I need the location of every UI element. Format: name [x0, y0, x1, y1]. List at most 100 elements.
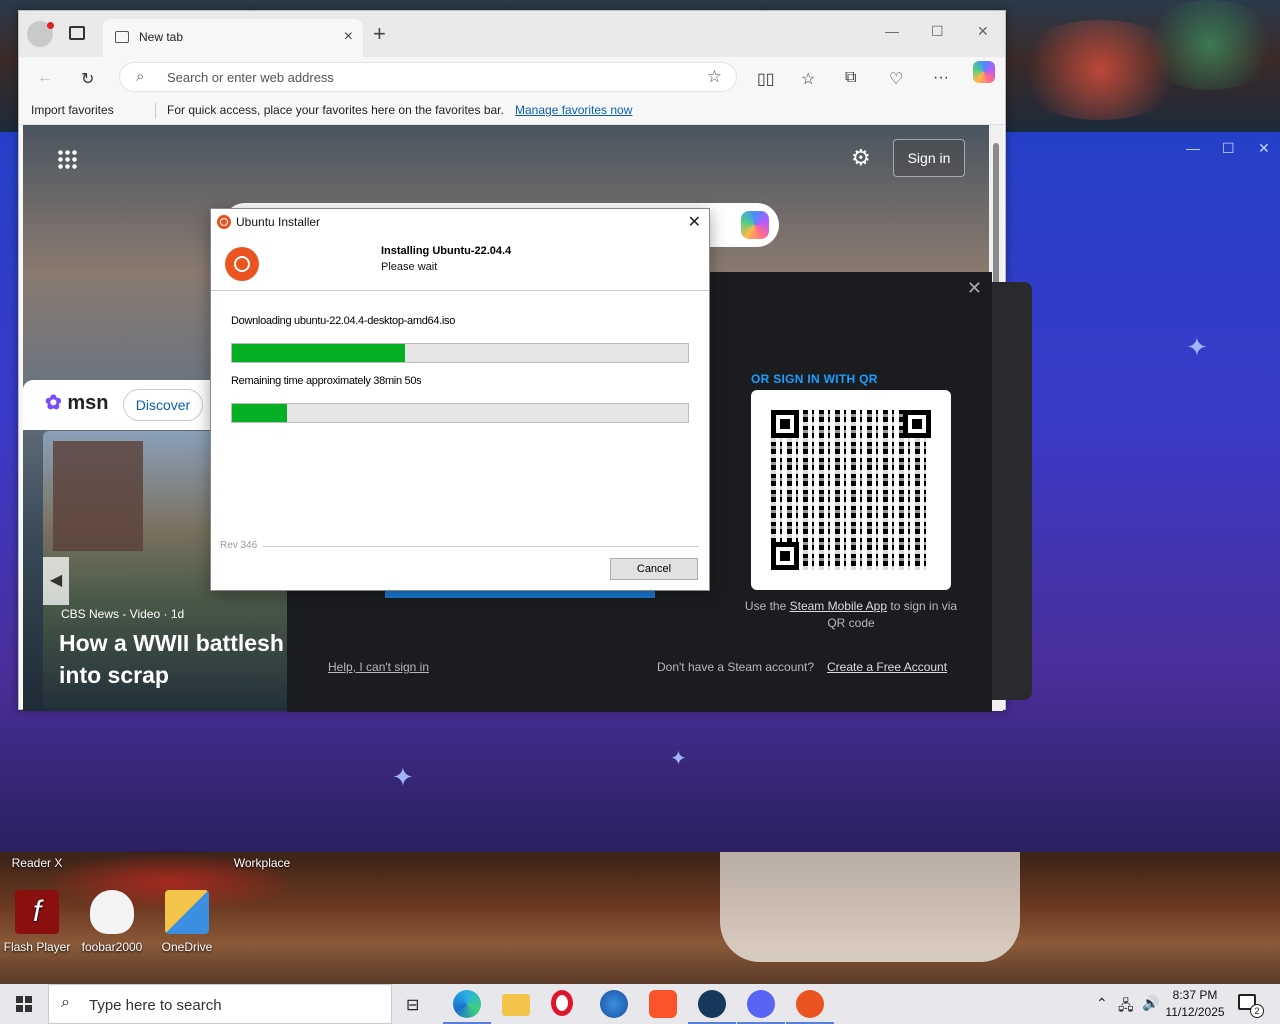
favorites-icon[interactable]: ☆ [801, 69, 815, 89]
tab-actions-icon[interactable] [69, 26, 85, 40]
network-icon[interactable]: 🖧 [1118, 995, 1134, 1019]
copilot-icon[interactable] [741, 211, 769, 239]
back-icon[interactable]: ← [37, 69, 53, 87]
steam-window-edge [992, 282, 1032, 700]
settings-gear-icon[interactable]: ⚙ [851, 145, 871, 171]
new-tab-button[interactable]: + [373, 21, 386, 47]
download-progress-bar [231, 343, 689, 363]
minimize-icon[interactable]: — [885, 23, 899, 39]
create-account-link[interactable]: Create a Free Account [827, 660, 947, 674]
brave-icon[interactable] [649, 990, 677, 1018]
taskbar-search-box[interactable]: ⌕ Type here to search [48, 984, 392, 1024]
windows-start-icon[interactable] [16, 996, 32, 1012]
notification-center-icon[interactable]: 2 [1238, 994, 1264, 1018]
firefox-icon[interactable] [600, 990, 628, 1018]
tab-bar: New tab × + — ☐ ✕ [19, 11, 1005, 57]
opera-icon[interactable] [551, 990, 573, 1016]
close-tab-icon[interactable]: × [344, 28, 353, 46]
system-clock[interactable]: 8:37 PM 11/12/2025 [1160, 987, 1230, 1021]
dialog-title: Ubuntu Installer [236, 215, 321, 229]
ubuntu-icon [217, 215, 231, 229]
desktop-icon-flash-player[interactable]: f Flash Player [0, 890, 74, 954]
discord-taskbar-icon[interactable] [737, 990, 785, 1024]
ubuntu-logo-icon [225, 247, 259, 281]
close-icon[interactable]: ✕ [1258, 140, 1270, 157]
minimize-icon[interactable]: — [1186, 140, 1200, 156]
flash-player-icon: f [15, 890, 59, 934]
more-options-icon[interactable]: ··· [933, 69, 949, 87]
foobar-cat-icon [90, 890, 134, 934]
sign-in-button[interactable]: Sign in [893, 139, 965, 177]
address-placeholder: Search or enter web address [167, 70, 334, 85]
news-image [53, 441, 143, 551]
manage-favorites-link[interactable]: Manage favorites now [515, 103, 632, 117]
file-explorer-icon[interactable] [502, 994, 530, 1016]
task-view-icon[interactable]: ⊟ [406, 995, 419, 1015]
clock-time: 8:37 PM [1172, 988, 1218, 1002]
overall-progress-bar [231, 403, 689, 423]
download-status: Downloading ubuntu-22.04.4-desktop-amd64… [231, 315, 456, 327]
desktop-icon-adobe-reader[interactable]: Reader X [0, 856, 74, 870]
profile-avatar[interactable] [27, 21, 54, 47]
search-icon: ⌕ [136, 68, 145, 85]
desktop-icon-foobar2000[interactable]: foobar2000 [75, 890, 149, 954]
msn-logo[interactable]: ✿ msn [45, 390, 108, 415]
browser-essentials-icon[interactable]: ♡ [889, 69, 903, 89]
desktop-icon-onedrive[interactable]: OneDrive [150, 890, 224, 954]
desktop-icon-zoom[interactable]: Workplace [225, 856, 299, 870]
favorites-bar: Import favorites For quick access, place… [19, 97, 1005, 125]
cancel-button[interactable]: Cancel [610, 558, 698, 580]
revision-label: Rev 346 [220, 540, 258, 551]
taskbar: ⌕ Type here to search ⊟ ⌃ 🖧 🔊 8:37 PM 11… [0, 984, 1280, 1024]
news-source: CBS News - Video · 1d [61, 607, 185, 621]
show-hidden-icons-chevron-icon[interactable]: ⌃ [1096, 995, 1108, 1012]
desktop-icon-label: OneDrive [161, 940, 213, 954]
sign-in-submit-button[interactable] [385, 590, 655, 598]
install-subheading: Please wait [381, 261, 438, 273]
address-bar[interactable]: ⌕ Search or enter web address ☆ [119, 62, 737, 92]
help-sign-in-link[interactable]: Help, I can't sign in [328, 660, 429, 674]
tab-new-tab[interactable]: New tab × [103, 19, 363, 57]
browser-toolbar: ← ↻ ⌕ Search or enter web address ☆ ▯▯ ☆… [19, 57, 1005, 97]
qr-instructions: Use the Steam Mobile App to sign in via … [744, 599, 958, 630]
copilot-icon[interactable] [973, 61, 995, 83]
collections-icon[interactable]: ⧉ [845, 69, 856, 87]
notification-count-badge: 2 [1250, 1004, 1264, 1018]
install-heading: Installing Ubuntu-22.04.4 [381, 245, 512, 257]
import-favorites-button[interactable]: Import favorites [31, 103, 114, 117]
edge-taskbar-icon[interactable] [443, 990, 491, 1024]
ubuntu-installer-dialog: Ubuntu Installer ✕ Installing Ubuntu-22.… [210, 208, 710, 591]
maximize-icon[interactable]: ☐ [931, 23, 944, 40]
divider [155, 103, 156, 119]
steam-taskbar-icon[interactable] [688, 990, 736, 1024]
ubuntu-installer-taskbar-icon[interactable] [786, 990, 834, 1024]
close-icon[interactable]: ✕ [688, 212, 701, 232]
maximize-icon[interactable]: ☐ [1222, 140, 1235, 157]
carousel-prev-button[interactable]: ◀ [43, 557, 69, 605]
overall-progress-fill [232, 404, 287, 422]
star-decoration: ✦ [670, 748, 687, 770]
close-icon[interactable]: ✕ [967, 278, 982, 299]
split-screen-icon[interactable]: ▯▯ [757, 69, 775, 89]
dialog-header: Installing Ubuntu-22.04.4 Please wait [211, 235, 709, 291]
favorites-hint: For quick access, place your favorites h… [167, 103, 504, 117]
apps-grid-icon[interactable] [57, 149, 77, 169]
divider [263, 546, 699, 547]
desktop-icon-label: Workplace [233, 856, 291, 870]
close-icon[interactable]: ✕ [977, 23, 989, 40]
discover-button[interactable]: Discover [123, 389, 203, 421]
qr-code-box [751, 390, 951, 590]
new-tab-page-icon [115, 31, 129, 43]
favorite-star-icon[interactable]: ☆ [707, 67, 722, 87]
refresh-icon[interactable]: ↻ [81, 69, 94, 89]
news-headline[interactable]: How a WWII battlesh into scrap [59, 627, 299, 691]
desktop-icon-label: Flash Player [3, 940, 71, 954]
taskbar-search-placeholder: Type here to search [89, 997, 222, 1014]
background-window: — ☐ ✕ [1000, 132, 1280, 852]
no-account-text: Don't have a Steam account? [657, 660, 815, 674]
steam-mobile-app-link[interactable]: Steam Mobile App [790, 599, 887, 613]
download-progress-fill [232, 344, 406, 362]
clock-date: 11/12/2025 [1165, 1005, 1225, 1019]
search-icon: ⌕ [61, 994, 70, 1011]
volume-icon[interactable]: 🔊 [1142, 995, 1159, 1012]
